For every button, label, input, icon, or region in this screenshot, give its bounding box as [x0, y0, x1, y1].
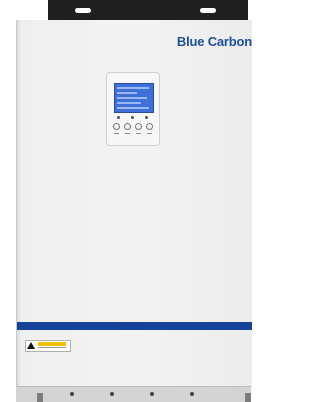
label-fine-print [38, 347, 66, 348]
cable-port [150, 392, 154, 396]
base-foot [245, 393, 251, 402]
status-indicators [113, 116, 153, 119]
base-foot [37, 393, 43, 402]
bracket-slot [200, 8, 216, 13]
status-led [145, 116, 148, 119]
warning-triangle-icon [27, 342, 35, 349]
cable-port [110, 392, 114, 396]
product-photo: Blue Carbon [0, 0, 252, 402]
status-led [131, 116, 134, 119]
button-legend [147, 133, 152, 134]
control-panel [106, 72, 160, 146]
button-legend [114, 133, 119, 134]
panel-button[interactable] [124, 123, 131, 130]
lcd-segment-row [117, 102, 141, 104]
button-legend [136, 133, 141, 134]
panel-button[interactable] [135, 123, 142, 130]
panel-button[interactable] [113, 123, 120, 130]
caution-banner [38, 342, 66, 346]
inverter-housing: Blue Carbon [16, 20, 252, 388]
bracket-slot [75, 8, 91, 13]
caution-label [25, 340, 71, 352]
inverter-base [16, 386, 251, 402]
button-legends [110, 133, 156, 136]
lcd-segment-row [117, 107, 149, 109]
cable-port [190, 392, 194, 396]
lcd-segment-row [117, 97, 147, 99]
cable-port [70, 392, 74, 396]
lcd-segment-row [117, 87, 149, 89]
lcd-segment-row [117, 92, 137, 94]
status-led [117, 116, 120, 119]
panel-buttons [110, 123, 156, 131]
brand-logo: Blue Carbon [176, 34, 252, 49]
panel-button[interactable] [146, 123, 153, 130]
brand-stripe [17, 322, 252, 330]
button-legend [125, 133, 130, 134]
lcd-display [114, 83, 154, 113]
